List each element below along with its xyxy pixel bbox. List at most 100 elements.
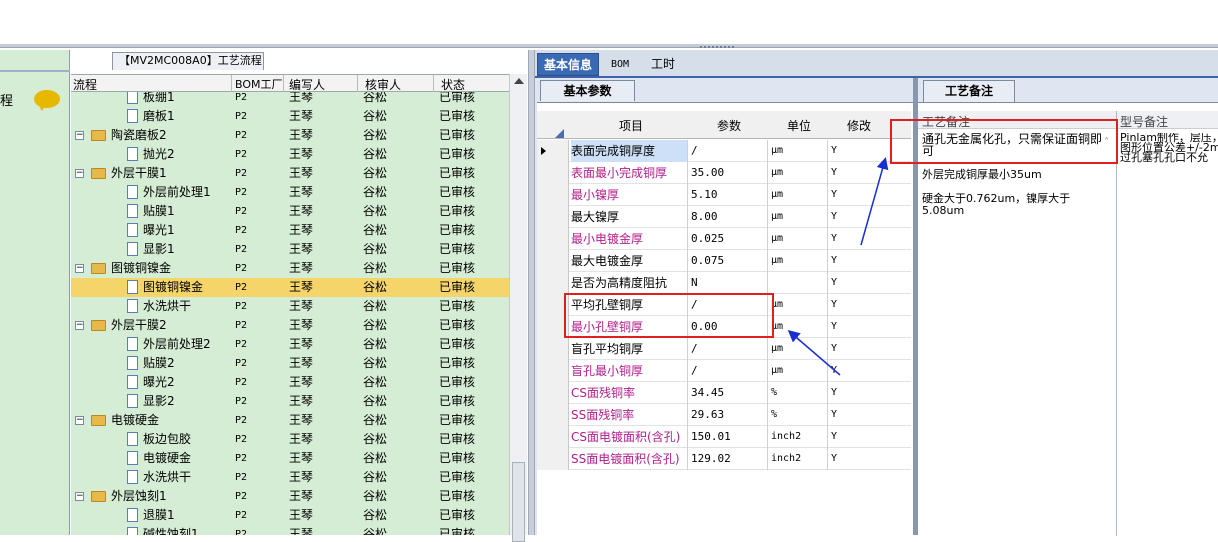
- tree-row[interactable]: 贴膜2 P2 王琴 谷松 已审核: [71, 354, 509, 373]
- collapse-toggle-icon[interactable]: −: [75, 131, 84, 140]
- tree-node-name[interactable]: 退膜1: [143, 506, 175, 525]
- tab-basic-info[interactable]: 基本信息: [537, 53, 600, 76]
- param-modify[interactable]: Y: [829, 448, 887, 470]
- tree-node-name[interactable]: 板绷1: [143, 92, 175, 107]
- tree-row[interactable]: 水洗烘干 P2 王琴 谷松 已审核: [71, 297, 509, 316]
- param-value[interactable]: /: [689, 360, 767, 382]
- row-indicator[interactable]: [537, 382, 569, 404]
- left-panel-label[interactable]: 程: [0, 90, 13, 109]
- row-indicator[interactable]: [537, 184, 569, 206]
- tree-node-name[interactable]: 电镀硬金: [143, 449, 191, 468]
- collapse-toggle-icon[interactable]: −: [75, 321, 84, 330]
- tab-work-hours[interactable]: 工时: [645, 53, 681, 76]
- tab-basic-params[interactable]: 基本参数: [540, 80, 635, 101]
- tree-node-name[interactable]: 外层前处理1: [143, 183, 211, 202]
- collapse-toggle-icon[interactable]: −: [75, 416, 84, 425]
- tree-row[interactable]: 板绷1 P2 王琴 谷松 已审核: [71, 92, 509, 107]
- param-value[interactable]: 8.00: [689, 206, 767, 228]
- tree-node-name[interactable]: 板边包胶: [143, 430, 191, 449]
- tree-row[interactable]: 显影1 P2 王琴 谷松 已审核: [71, 240, 509, 259]
- tree-row[interactable]: − 图镀铜镍金 P2 王琴 谷松 已审核: [71, 259, 509, 278]
- row-indicator[interactable]: [537, 250, 569, 272]
- tree-row[interactable]: − 陶瓷磨板2 P2 王琴 谷松 已审核: [71, 126, 509, 145]
- scroll-thumb[interactable]: [512, 462, 525, 542]
- collapse-toggle-icon[interactable]: −: [75, 169, 84, 178]
- row-indicator[interactable]: [537, 272, 569, 294]
- param-unit[interactable]: %: [769, 404, 827, 426]
- tree-node-name[interactable]: 曝光2: [143, 373, 175, 392]
- tree-node-name[interactable]: 电镀硬金: [111, 411, 159, 430]
- header-status[interactable]: 状态: [441, 76, 465, 93]
- tree-node-name[interactable]: 图镀铜镍金: [143, 278, 203, 297]
- row-indicator[interactable]: [537, 228, 569, 250]
- param-value[interactable]: /: [689, 338, 767, 360]
- row-indicator[interactable]: [537, 140, 569, 162]
- grid-header-item[interactable]: 项目: [619, 117, 643, 134]
- tree-node-name[interactable]: 水洗烘干: [143, 297, 191, 316]
- tree-row[interactable]: 曝光1 P2 王琴 谷松 已审核: [71, 221, 509, 240]
- header-bom[interactable]: BOM工厂: [235, 76, 283, 92]
- row-indicator[interactable]: [537, 338, 569, 360]
- grid-header-param[interactable]: 参数: [717, 117, 741, 134]
- tree-row[interactable]: 曝光2 P2 王琴 谷松 已审核: [71, 373, 509, 392]
- row-indicator[interactable]: [537, 426, 569, 448]
- tree-node-name[interactable]: 显影1: [143, 240, 175, 259]
- param-row[interactable]: SS面残铜率 29.63% Y: [537, 404, 911, 426]
- tree-row[interactable]: 贴膜1 P2 王琴 谷松 已审核: [71, 202, 509, 221]
- tree-node-name[interactable]: 水洗烘干: [143, 468, 191, 487]
- tree-row[interactable]: − 外层干膜2 P2 王琴 谷松 已审核: [71, 316, 509, 335]
- tree-row[interactable]: − 外层干膜1 P2 王琴 谷松 已审核: [71, 164, 509, 183]
- tree-row[interactable]: − 外层蚀刻1 P2 王琴 谷松 已审核: [71, 487, 509, 506]
- row-indicator[interactable]: [537, 360, 569, 382]
- row-indicator[interactable]: [537, 448, 569, 470]
- tree-row[interactable]: 退膜1 P2 王琴 谷松 已审核: [71, 506, 509, 525]
- scroll-up-icon[interactable]: [514, 78, 524, 84]
- tree-node-name[interactable]: 抛光2: [143, 145, 175, 164]
- tree-row[interactable]: 抛光2 P2 王琴 谷松 已审核: [71, 145, 509, 164]
- row-indicator[interactable]: [537, 162, 569, 184]
- tree-node-name[interactable]: 显影2: [143, 392, 175, 411]
- tree-row[interactable]: − 电镀硬金 P2 王琴 谷松 已审核: [71, 411, 509, 430]
- tree-row[interactable]: 图镀铜镍金 P2 王琴 谷松 已审核: [71, 278, 509, 297]
- tree-node-name[interactable]: 曝光1: [143, 221, 175, 240]
- notes-col2-header[interactable]: 型号备注: [1120, 113, 1168, 130]
- header-reviewer[interactable]: 核审人: [365, 76, 401, 93]
- tab-bom[interactable]: BOM: [605, 53, 635, 76]
- tree-row[interactable]: 电镀硬金 P2 王琴 谷松 已审核: [71, 449, 509, 468]
- tab-process-notes[interactable]: 工艺备注: [923, 80, 1015, 102]
- param-modify[interactable]: Y: [829, 404, 887, 426]
- row-indicator[interactable]: [537, 404, 569, 426]
- param-value[interactable]: 29.63: [689, 404, 767, 426]
- param-value[interactable]: N: [689, 272, 767, 294]
- tree-node-name[interactable]: 贴膜2: [143, 354, 175, 373]
- param-value[interactable]: 129.02: [689, 448, 767, 470]
- param-value[interactable]: 35.00: [689, 162, 767, 184]
- tree-row[interactable]: 磨板1 P2 王琴 谷松 已审核: [71, 107, 509, 126]
- header-flow[interactable]: 流程: [73, 76, 97, 93]
- tree-row[interactable]: 碱性蚀刻1 P2 王琴 谷松 已审核: [71, 525, 509, 535]
- param-modify[interactable]: Y: [829, 426, 887, 448]
- param-row[interactable]: CS面电镀面积(含孔) 150.01 inch2 Y: [537, 426, 911, 448]
- panel-splitter[interactable]: [528, 50, 535, 535]
- param-unit[interactable]: inch2: [769, 448, 827, 470]
- chat-bubble-icon[interactable]: [34, 90, 60, 111]
- header-writer[interactable]: 编写人: [289, 76, 325, 93]
- collapse-toggle-icon[interactable]: −: [75, 264, 84, 273]
- tree-node-name[interactable]: 贴膜1: [143, 202, 175, 221]
- tree-row[interactable]: 外层前处理2 P2 王琴 谷松 已审核: [71, 335, 509, 354]
- param-value[interactable]: 5.10: [689, 184, 767, 206]
- tree-row[interactable]: 显影2 P2 王琴 谷松 已审核: [71, 392, 509, 411]
- tree-node-name[interactable]: 外层蚀刻1: [111, 487, 167, 506]
- collapse-toggle-icon[interactable]: −: [75, 492, 84, 501]
- grid-header-modify[interactable]: 修改: [847, 117, 871, 134]
- tree-node-name[interactable]: 磨板1: [143, 107, 175, 126]
- tree-vertical-scrollbar[interactable]: [509, 74, 527, 542]
- param-value[interactable]: 0.075: [689, 250, 767, 272]
- tree-node-name[interactable]: 外层前处理2: [143, 335, 211, 354]
- param-row[interactable]: SS面电镀面积(含孔) 129.02 inch2 Y: [537, 448, 911, 470]
- param-value[interactable]: /: [689, 140, 767, 162]
- resize-grip[interactable]: [700, 46, 734, 49]
- tree-row[interactable]: 水洗烘干 P2 王琴 谷松 已审核: [71, 468, 509, 487]
- tree-node-name[interactable]: 图镀铜镍金: [111, 259, 171, 278]
- grid-header-unit[interactable]: 单位: [787, 117, 811, 134]
